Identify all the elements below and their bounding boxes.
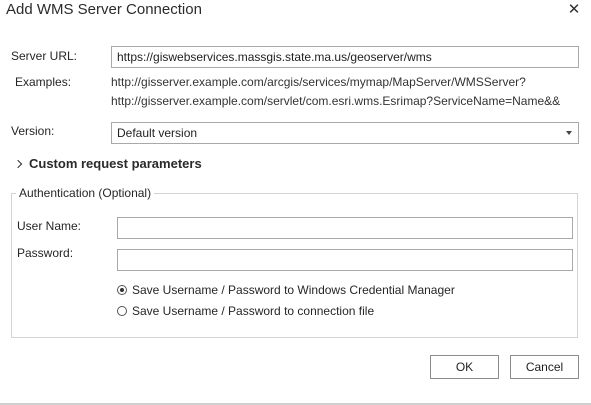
username-label: User Name: bbox=[17, 219, 82, 233]
add-wms-dialog: Add WMS Server Connection ✕ Server URL: … bbox=[0, 0, 591, 405]
dialog-title: Add WMS Server Connection bbox=[6, 1, 202, 18]
chevron-right-icon bbox=[13, 159, 23, 168]
chevron-down-icon bbox=[566, 131, 572, 135]
version-selected-value: Default version bbox=[117, 126, 198, 140]
radio-checked-icon bbox=[117, 285, 127, 295]
version-select[interactable]: Default version bbox=[111, 122, 579, 144]
server-url-label: Server URL: bbox=[11, 49, 78, 63]
custom-request-parameters-label: Custom request parameters bbox=[29, 156, 202, 171]
radio-unchecked-icon bbox=[117, 306, 127, 316]
example-line: http://gisserver.example.com/servlet/com… bbox=[111, 94, 561, 108]
server-url-input[interactable] bbox=[111, 46, 579, 68]
cancel-button[interactable]: Cancel bbox=[510, 355, 579, 379]
example-line: http://gisserver.example.com/arcgis/serv… bbox=[111, 75, 526, 89]
username-input[interactable] bbox=[117, 217, 573, 239]
ok-button[interactable]: OK bbox=[430, 355, 499, 379]
save-to-connection-file-radio[interactable]: Save Username / Password to connection f… bbox=[117, 304, 374, 318]
radio-label: Save Username / Password to Windows Cred… bbox=[132, 283, 455, 297]
password-input[interactable] bbox=[117, 249, 573, 271]
radio-label: Save Username / Password to connection f… bbox=[132, 304, 375, 318]
examples-label: Examples: bbox=[15, 75, 72, 89]
custom-request-parameters-expander[interactable]: Custom request parameters bbox=[13, 156, 202, 171]
save-to-credential-manager-radio[interactable]: Save Username / Password to Windows Cred… bbox=[117, 283, 455, 297]
password-label: Password: bbox=[17, 246, 74, 260]
authentication-group-title: Authentication (Optional) bbox=[16, 186, 155, 200]
version-label: Version: bbox=[11, 124, 55, 138]
close-icon[interactable]: ✕ bbox=[565, 1, 583, 19]
